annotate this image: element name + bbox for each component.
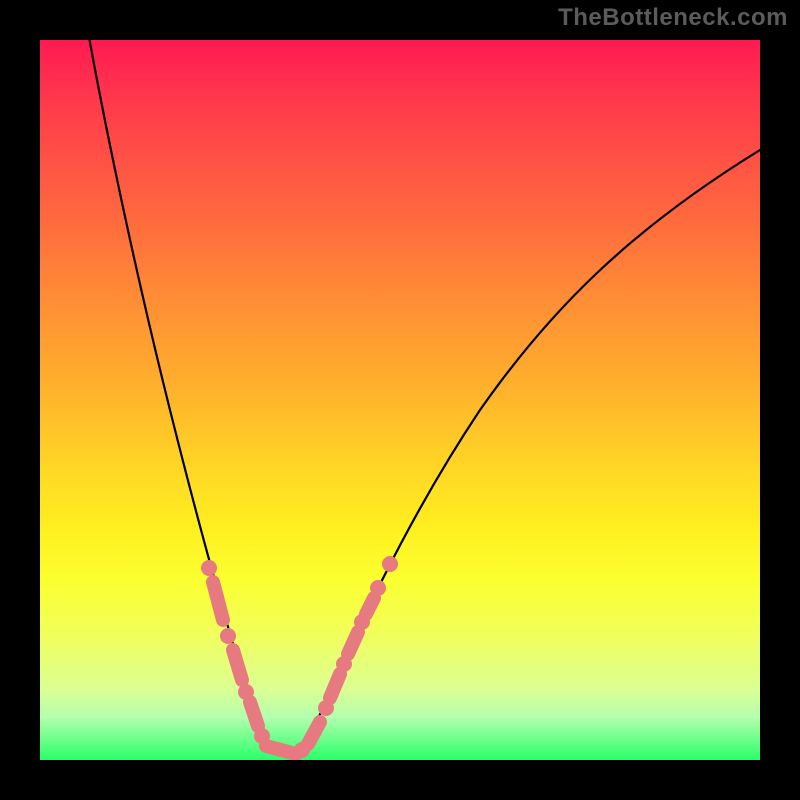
curve-svg [40, 40, 760, 760]
chart-frame: TheBottleneck.com [0, 0, 800, 800]
highlight-bottom-band [266, 722, 320, 758]
highlight-left-band [201, 560, 270, 744]
highlight-right-band [318, 556, 398, 716]
bottleneck-curve [86, 40, 760, 756]
plot-area [40, 40, 760, 760]
watermark-text: TheBottleneck.com [558, 4, 788, 32]
